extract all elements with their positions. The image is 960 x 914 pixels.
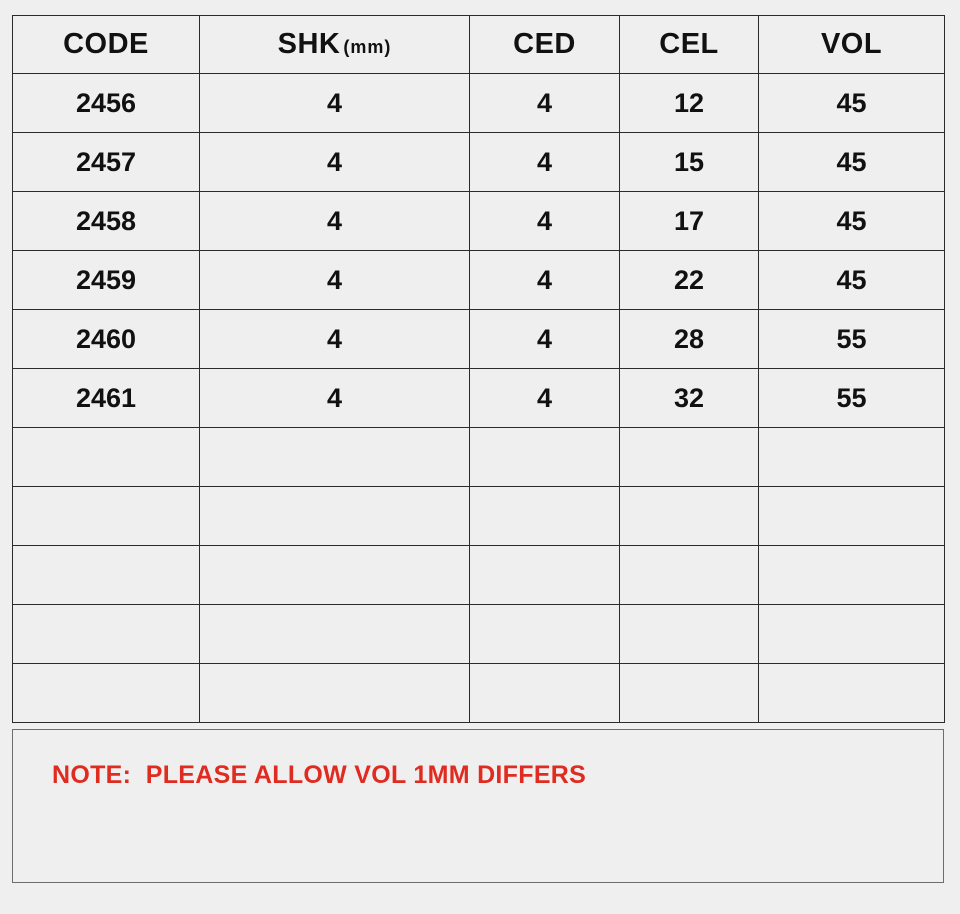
column-header-label: CED xyxy=(513,28,576,60)
cell-shk xyxy=(199,663,470,723)
cell-cel: 12 xyxy=(619,73,759,133)
cell-ced: 4 xyxy=(469,132,620,192)
column-header-shk: SHK (mm) xyxy=(199,15,470,74)
table-row-empty xyxy=(12,604,945,664)
spec-sheet-page: CODE SHK (mm) CED CEL VOL 2456 4 4 12 45 2457 4 4 15 4… xyxy=(0,0,960,914)
cell-code: 2456 xyxy=(12,73,200,133)
note-box: NOTE: PLEASE ALLOW VOL 1MM DIFFERS xyxy=(12,729,944,883)
cell-code xyxy=(12,486,200,546)
table-row-empty xyxy=(12,663,945,723)
column-header-code: CODE xyxy=(12,15,200,74)
cell-cel: 28 xyxy=(619,309,759,369)
cell-ced xyxy=(469,545,620,605)
cell-vol: 45 xyxy=(758,132,945,192)
table-row: 2456 4 4 12 45 xyxy=(12,73,945,133)
table-row-empty xyxy=(12,545,945,605)
cell-shk: 4 xyxy=(199,309,470,369)
cell-code: 2459 xyxy=(12,250,200,310)
cell-cel xyxy=(619,604,759,664)
cell-code: 2457 xyxy=(12,132,200,192)
cell-ced: 4 xyxy=(469,309,620,369)
table-row: 2461 4 4 32 55 xyxy=(12,368,945,428)
cell-ced xyxy=(469,486,620,546)
cell-code xyxy=(12,604,200,664)
spec-table-container: CODE SHK (mm) CED CEL VOL 2456 4 4 12 45 2457 4 4 15 4… xyxy=(12,15,945,723)
table-row-empty xyxy=(12,486,945,546)
cell-code xyxy=(12,545,200,605)
cell-shk: 4 xyxy=(199,250,470,310)
cell-ced xyxy=(469,663,620,723)
cell-shk: 4 xyxy=(199,368,470,428)
cell-vol: 45 xyxy=(758,250,945,310)
column-header-label: CODE xyxy=(63,28,149,60)
column-header-cel: CEL xyxy=(619,15,759,74)
cell-vol xyxy=(758,663,945,723)
cell-ced: 4 xyxy=(469,368,620,428)
cell-shk xyxy=(199,427,470,487)
cell-shk xyxy=(199,545,470,605)
column-header-unit: (mm) xyxy=(343,37,392,57)
cell-vol xyxy=(758,545,945,605)
cell-code xyxy=(12,663,200,723)
table-header-row: CODE SHK (mm) CED CEL VOL xyxy=(12,15,945,74)
cell-vol xyxy=(758,604,945,664)
table-row: 2460 4 4 28 55 xyxy=(12,309,945,369)
cell-shk: 4 xyxy=(199,73,470,133)
cell-cel xyxy=(619,545,759,605)
cell-vol: 55 xyxy=(758,309,945,369)
cell-vol xyxy=(758,486,945,546)
cell-ced xyxy=(469,604,620,664)
cell-shk xyxy=(199,604,470,664)
note-text: NOTE: PLEASE ALLOW VOL 1MM DIFFERS xyxy=(52,761,587,789)
cell-ced: 4 xyxy=(469,250,620,310)
cell-vol: 45 xyxy=(758,191,945,251)
table-row-empty xyxy=(12,427,945,487)
cell-cel xyxy=(619,486,759,546)
cell-ced: 4 xyxy=(469,191,620,251)
cell-cel: 15 xyxy=(619,132,759,192)
column-header-label: SHK xyxy=(277,28,341,60)
table-row: 2457 4 4 15 45 xyxy=(12,132,945,192)
cell-vol: 45 xyxy=(758,73,945,133)
table-row: 2458 4 4 17 45 xyxy=(12,191,945,251)
table-header: CODE SHK (mm) CED CEL VOL xyxy=(12,15,945,74)
cell-shk: 4 xyxy=(199,191,470,251)
cell-cel xyxy=(619,427,759,487)
table-body: 2456 4 4 12 45 2457 4 4 15 45 2458 4 4 17 45 2459 4 4 22 45… xyxy=(12,73,945,723)
column-header-label: VOL xyxy=(820,28,883,60)
cell-shk: 4 xyxy=(199,132,470,192)
cell-code: 2460 xyxy=(12,309,200,369)
table-row: 2459 4 4 22 45 xyxy=(12,250,945,310)
cell-code xyxy=(12,427,200,487)
cell-shk xyxy=(199,486,470,546)
column-header-label: CEL xyxy=(659,28,719,60)
column-header-vol: VOL xyxy=(758,15,945,74)
cell-cel xyxy=(619,663,759,723)
cell-cel: 32 xyxy=(619,368,759,428)
cell-ced: 4 xyxy=(469,73,620,133)
cell-cel: 17 xyxy=(619,191,759,251)
specification-table: CODE SHK (mm) CED CEL VOL 2456 4 4 12 45 2457 4 4 15 4… xyxy=(12,15,945,723)
cell-vol xyxy=(758,427,945,487)
cell-ced xyxy=(469,427,620,487)
cell-cel: 22 xyxy=(619,250,759,310)
cell-code: 2461 xyxy=(12,368,200,428)
cell-vol: 55 xyxy=(758,368,945,428)
column-header-ced: CED xyxy=(469,15,620,74)
cell-code: 2458 xyxy=(12,191,200,251)
